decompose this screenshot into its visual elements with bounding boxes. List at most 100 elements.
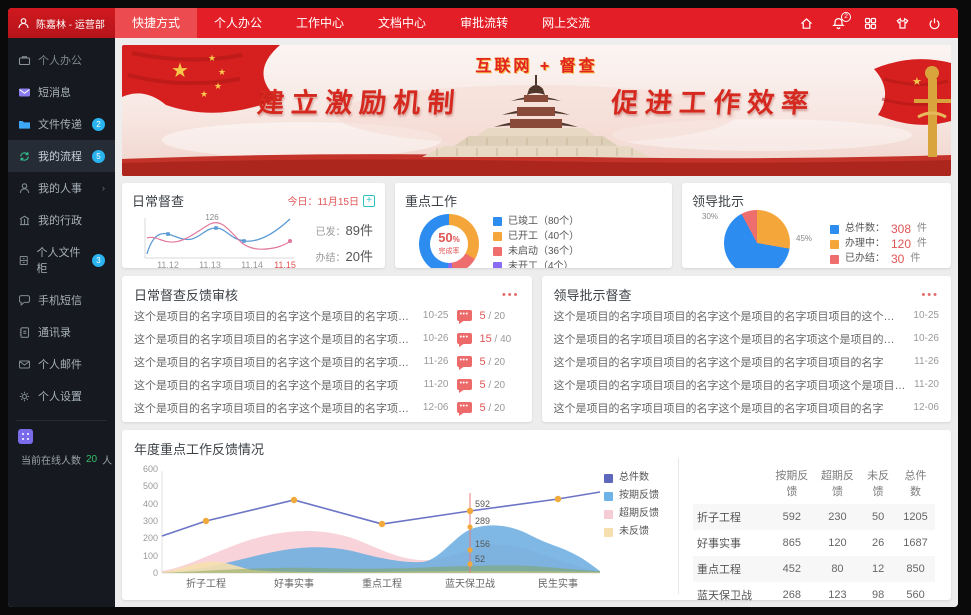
donut-percent-sign: % xyxy=(453,235,460,244)
sidebar-item-personal-settings[interactable]: 个人设置 xyxy=(8,380,115,412)
legend-swatch xyxy=(493,217,502,226)
briefcase-icon xyxy=(18,54,31,67)
today-date: 今日：11月15日 xyxy=(287,193,359,208)
more-menu-icon[interactable]: ••• xyxy=(502,291,520,299)
list-item[interactable]: 这个是项目的名字项目项目的名字这个是项目的名字项目项目的这个是项目的名字项目项目… xyxy=(554,304,940,327)
tooltip-value: 289 xyxy=(475,516,490,526)
item-date: 10-25 xyxy=(423,310,449,321)
legend-label: 总件数： xyxy=(845,223,885,235)
legend-swatch xyxy=(830,255,839,264)
comment-bubble-icon: ••• xyxy=(457,310,472,321)
more-menu-icon[interactable]: ••• xyxy=(921,291,939,299)
header-actions: 2 xyxy=(799,8,958,38)
legend-label: 办理中： xyxy=(845,238,885,250)
legend-swatch xyxy=(830,225,839,234)
stat-sent-value: 89件 xyxy=(346,223,373,238)
user-icon xyxy=(17,17,30,30)
user-chip[interactable]: 陈嘉林 - 运营部 xyxy=(8,8,115,38)
comment-bubble-icon: ••• xyxy=(457,333,472,344)
legend-swatch xyxy=(493,232,502,241)
list-item[interactable]: 这个是项目的名字项目项目的名字这个是项目的名字项目项这个是项目的名字项目项目的名… xyxy=(554,373,940,396)
item-date: 12-06 xyxy=(913,402,939,413)
item-text: 这个是项目的名字项目项目的名字这个是项目的名字项目项目的名字的名字项目项目的名字 xyxy=(134,400,415,416)
theme-shirt-icon[interactable] xyxy=(895,16,910,31)
sidebar-item-my-workflow[interactable]: 我的流程 5 xyxy=(8,140,115,172)
list-item[interactable]: 这个是项目的名字项目项目的名字这个是项目的名字项目项目的名字 10-26 •••… xyxy=(134,327,520,350)
sidebar-item-label: 短消息 xyxy=(38,84,71,100)
envelope-icon xyxy=(18,86,31,99)
sidebar-item-label: 我的行政 xyxy=(38,212,82,228)
count-badge: 5 xyxy=(92,150,105,163)
sidebar-item-file-transfer[interactable]: 文件传递 2 xyxy=(8,108,115,140)
count-badge: 3 xyxy=(92,254,105,267)
list-item[interactable]: 这个是项目的名字项目项目的名字这个是项目的名字项目项目的名字 12-06 xyxy=(554,396,940,419)
bell-icon[interactable]: 2 xyxy=(831,16,846,31)
tab-work-center[interactable]: 工作中心 xyxy=(279,8,361,38)
tab-personal-office[interactable]: 个人办公 xyxy=(197,8,279,38)
sidebar-item-label: 个人邮件 xyxy=(38,356,82,372)
sidebar-item-personal-mail[interactable]: 个人邮件 xyxy=(8,348,115,380)
legend-value: 30 xyxy=(891,253,904,265)
list-item[interactable]: 这个是项目的名字项目项目的名字这个是项目的名字项目项目的名字的名字项目项目的名字… xyxy=(134,396,520,419)
sidebar-item-label: 个人设置 xyxy=(38,388,82,404)
daily-feedback-review-card: 日常督查反馈审核 ••• 这个是项目的名字项目项目的名字这个是项目的名字项目项目… xyxy=(122,276,532,422)
key-work-legend: 已竣工（80个） 已开工（40个） 未启动（36个） 未开工（4个） xyxy=(493,216,579,269)
power-icon[interactable] xyxy=(927,16,942,31)
sidebar-item-label: 个人文件柜 xyxy=(36,244,85,276)
svg-text:11.13: 11.13 xyxy=(199,260,221,268)
list-item[interactable]: 这个是项目的名字项目项目的名字这个是项目的名字项目项目的名字的名字项目项目的名字… xyxy=(134,304,520,327)
home-icon[interactable] xyxy=(799,16,814,31)
sidebar-item-label: 我的流程 xyxy=(38,148,82,164)
building-icon xyxy=(18,214,31,227)
sidebar-item-my-admin[interactable]: 我的行政 xyxy=(8,204,115,236)
annual-area-chart: 600 500 400 300 200 100 0 xyxy=(134,458,604,594)
sidebar-item-messages[interactable]: 短消息 xyxy=(8,76,115,108)
legend-label: 按期反馈 xyxy=(619,490,659,502)
card-title: 重点工作 xyxy=(405,191,662,210)
legend-swatch xyxy=(604,492,613,501)
item-text: 这个是项目的名字项目项目的名字这个是项目的名字项目项目的名字 xyxy=(554,354,907,370)
legend-swatch xyxy=(493,247,502,256)
apps-grid-icon[interactable] xyxy=(863,16,878,31)
hero-banner: ★ ★ ★ ★ ★ ★ 互联网 + 督查 建立激励机制 xyxy=(122,45,951,176)
legend-label: 未反馈 xyxy=(619,526,649,538)
list-item[interactable]: 这个是项目的名字项目项目的名字这个是项目的名字项目项目的名字 11-26 xyxy=(554,350,940,373)
card-title: 领导批示督查 xyxy=(554,285,632,304)
widget-icon[interactable] xyxy=(18,429,33,444)
card-title: 日常督查反馈审核 xyxy=(134,285,238,304)
stat-sent-label: 已发： xyxy=(316,227,346,238)
list-item[interactable]: 这个是项目的名字项目项目的名字这个是项目的名字项这个是项目的目项目的名字 10-… xyxy=(554,327,940,350)
sidebar-item-contacts[interactable]: 通讯录 xyxy=(8,316,115,348)
tooltip-value: 156 xyxy=(475,539,490,549)
tab-online-exchange[interactable]: 网上交流 xyxy=(525,8,607,38)
tab-doc-center[interactable]: 文档中心 xyxy=(361,8,443,38)
card-title: 年度重点工作反馈情况 xyxy=(134,439,939,458)
annual-table: 按期反馈 超期反馈 未反馈 总件数 折子工程592230501205 xyxy=(678,458,939,594)
chat-bubble-icon xyxy=(18,294,31,307)
leader-instructions-card: 领导批示 30% 45% 285% 总件数：308件 办理中：120件 已办结：… xyxy=(682,183,951,268)
legend-label: 总件数 xyxy=(619,472,649,484)
svg-text:600: 600 xyxy=(143,464,158,474)
svg-text:蓝天保卫战: 蓝天保卫战 xyxy=(445,577,495,590)
sync-icon xyxy=(18,150,31,163)
key-work-card: 重点工作 50% 完成率 已竣工（80个） 已开工（40个） 未启动（36个） xyxy=(395,183,672,268)
legend-swatch xyxy=(493,262,502,268)
list-item[interactable]: 这个是项目的名字项目项目的名字这个是项目的名字项 11-20 ••• 5 / 2… xyxy=(134,373,520,396)
sidebar-item-sms[interactable]: 手机短信 xyxy=(8,284,115,316)
sidebar-item-personal-cabinet[interactable]: 个人文件柜 3 xyxy=(8,236,115,284)
donut-sublabel: 完成率 xyxy=(439,246,460,256)
tab-quick-access[interactable]: 快捷方式 xyxy=(115,8,197,38)
table-row: 折子工程592230501205 xyxy=(693,504,935,530)
list-item[interactable]: 这个是项目的名字项目项目的名字这个是项目的名字项目项目的名字项目项目的名 11-… xyxy=(134,350,520,373)
mail-icon xyxy=(18,358,31,371)
daily-line-chart: 126 11.12 11.13 11.14 11.15 xyxy=(132,210,300,268)
tooltip-value: 592 xyxy=(475,499,490,509)
tab-approval-flow[interactable]: 审批流转 xyxy=(443,8,525,38)
item-date: 10-25 xyxy=(913,310,939,321)
date-picker-icon[interactable] xyxy=(363,195,375,207)
main-nav: 快捷方式 个人办公 工作中心 文档中心 审批流转 网上交流 xyxy=(115,8,607,38)
sidebar-item-my-hr[interactable]: 我的人事 › xyxy=(8,172,115,204)
online-users: 当前在线人数 20 人 xyxy=(8,452,115,467)
main-content: ★ ★ ★ ★ ★ ★ 互联网 + 督查 建立激励机制 xyxy=(115,38,958,607)
item-date: 10-26 xyxy=(423,333,449,344)
